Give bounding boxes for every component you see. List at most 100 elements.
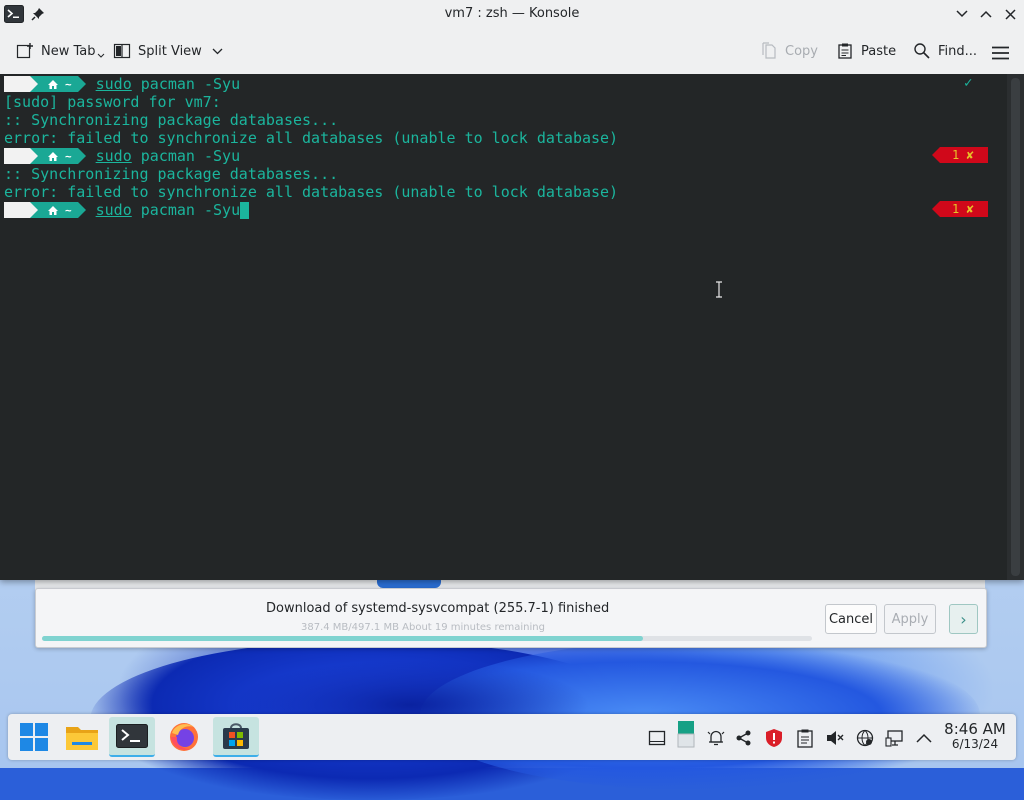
prompt-separator bbox=[77, 76, 86, 92]
mouse-ibeam-cursor bbox=[716, 281, 722, 302]
badge-arrow bbox=[932, 201, 940, 217]
exit-code-text: 1 ✘ bbox=[940, 201, 988, 217]
prompt-separator bbox=[30, 76, 38, 92]
prompt-separator bbox=[77, 148, 86, 164]
download-progress-fill bbox=[42, 636, 643, 641]
prompt-separator bbox=[77, 202, 86, 218]
shield-alert-icon bbox=[766, 729, 782, 747]
clipboard-icon bbox=[838, 43, 852, 59]
exit-code-text: 1 ✘ bbox=[940, 147, 988, 163]
command-args: pacman -Syu bbox=[131, 147, 241, 165]
home-icon bbox=[48, 151, 58, 161]
terminal-output-line: error: failed to synchronize all databas… bbox=[4, 129, 619, 147]
windows-logo-icon bbox=[20, 723, 48, 751]
konsole-taskbar-button[interactable] bbox=[109, 717, 155, 757]
sudo-keyword: sudo bbox=[95, 147, 132, 165]
download-progress-text: 387.4 MB/497.1 MB About 19 minutes remai… bbox=[301, 622, 545, 633]
next-button[interactable]: › bbox=[949, 604, 978, 634]
chevron-down-icon bbox=[212, 48, 223, 54]
apply-button[interactable]: Apply bbox=[884, 604, 936, 634]
command-text: sudo pacman -Syu bbox=[96, 147, 241, 165]
home-icon bbox=[48, 205, 58, 215]
command-text: sudo pacman -Syu bbox=[96, 201, 250, 219]
prompt-separator bbox=[30, 202, 38, 218]
paste-label: Paste bbox=[861, 43, 897, 59]
clock-time: 8:46 AM bbox=[944, 720, 1006, 738]
taskbar: 8:46 AM 6/13/24 bbox=[8, 714, 1016, 760]
hamburger-menu-button[interactable] bbox=[992, 42, 1016, 64]
chevron-down-icon bbox=[97, 53, 104, 58]
exit-status-ok: ✓ bbox=[964, 75, 973, 91]
new-tab-button[interactable]: New Tab bbox=[16, 40, 105, 62]
sudo-keyword: sudo bbox=[95, 75, 132, 93]
chevron-down-icon bbox=[956, 10, 968, 18]
shell-prompt: ~ sudo pacman -Syu bbox=[4, 147, 240, 165]
new-tab-icon bbox=[16, 43, 33, 59]
network-share-icon bbox=[736, 730, 751, 746]
cancel-button[interactable]: Cancel bbox=[825, 604, 877, 634]
globe-icon bbox=[856, 729, 874, 747]
sudo-keyword: sudo bbox=[95, 201, 132, 219]
close-button[interactable] bbox=[1000, 4, 1020, 24]
show-desktop-tray-button[interactable] bbox=[646, 727, 668, 749]
volume-muted-icon bbox=[827, 731, 844, 745]
maximize-button[interactable] bbox=[976, 4, 996, 24]
microsoft-store-button[interactable] bbox=[213, 717, 259, 757]
clock-date: 6/13/24 bbox=[951, 737, 999, 751]
terminal-view[interactable]: ~ sudo pacman -Syu ✓ [sudo] password for vm… bbox=[0, 74, 1007, 580]
volume-tray-button[interactable] bbox=[824, 727, 846, 749]
chevron-up-icon bbox=[916, 733, 932, 743]
chevron-up-icon bbox=[980, 10, 992, 18]
download-notification: Download of systemd-sysvcompat (255.7-1)… bbox=[35, 588, 987, 648]
terminal-output-line: :: Synchronizing package databases... bbox=[4, 111, 339, 129]
notifications-tray-button[interactable] bbox=[705, 727, 727, 749]
os-segment bbox=[4, 76, 30, 92]
terminal-output-line: error: failed to synchronize all databas… bbox=[4, 183, 619, 201]
terminal-icon bbox=[116, 724, 148, 748]
notes-widget-icon bbox=[677, 721, 695, 748]
command-args: pacman -Syu bbox=[131, 75, 241, 93]
terminal-output-line: :: Synchronizing package databases... bbox=[4, 165, 339, 183]
clipboard-manager-tray-button[interactable] bbox=[794, 727, 816, 749]
terminal-scrollbar[interactable] bbox=[1007, 74, 1024, 580]
copy-button[interactable]: Copy bbox=[760, 40, 818, 62]
minimize-button[interactable] bbox=[952, 4, 972, 24]
terminal-output-line: [sudo] password for vm7: bbox=[4, 93, 221, 111]
directory-segment: ~ bbox=[38, 202, 78, 218]
titlebar[interactable]: vm7 : zsh — Konsole bbox=[0, 0, 1024, 28]
home-icon bbox=[48, 79, 58, 89]
search-icon bbox=[914, 43, 930, 59]
vpn-tray-button[interactable] bbox=[854, 727, 876, 749]
file-manager-button[interactable] bbox=[59, 717, 105, 757]
security-tray-button[interactable] bbox=[763, 727, 785, 749]
download-progress-bar bbox=[42, 636, 812, 641]
directory-segment: ~ bbox=[38, 76, 78, 92]
exit-status-error-badge: 1 ✘ bbox=[932, 201, 988, 217]
shell-prompt: ~ sudo pacman -Syu bbox=[4, 201, 250, 219]
split-view-button[interactable]: Split View bbox=[113, 40, 230, 62]
start-menu-button[interactable] bbox=[11, 717, 57, 757]
new-tab-label: New Tab bbox=[41, 43, 96, 59]
window-title: vm7 : zsh — Konsole bbox=[444, 6, 580, 21]
toolbar: New Tab Split View Copy Paste Find... bbox=[0, 28, 1024, 75]
store-icon bbox=[223, 723, 249, 749]
show-hidden-icons-button[interactable] bbox=[913, 727, 935, 749]
command-text: sudo pacman -Syu bbox=[96, 75, 241, 93]
network-tray-button[interactable] bbox=[884, 727, 906, 749]
find-label: Find... bbox=[938, 43, 978, 59]
kde-connect-tray-button[interactable] bbox=[733, 727, 755, 749]
prompt-separator bbox=[30, 148, 38, 164]
clipboard-icon bbox=[797, 729, 813, 748]
current-directory: ~ bbox=[65, 203, 72, 217]
download-title: Download of systemd-sysvcompat (255.7-1)… bbox=[266, 601, 610, 616]
directory-segment: ~ bbox=[38, 148, 78, 164]
paste-button[interactable]: Paste bbox=[836, 40, 896, 62]
firefox-button[interactable] bbox=[161, 717, 207, 757]
clipboard-tray-button[interactable] bbox=[675, 721, 697, 748]
shell-prompt: ~ sudo pacman -Syu bbox=[4, 75, 240, 93]
find-button[interactable]: Find... bbox=[913, 40, 977, 62]
digital-clock[interactable]: 8:46 AM 6/13/24 bbox=[940, 720, 1010, 751]
split-view-icon bbox=[113, 43, 131, 59]
current-directory: ~ bbox=[65, 149, 72, 163]
scrollbar-thumb[interactable] bbox=[1011, 78, 1020, 576]
